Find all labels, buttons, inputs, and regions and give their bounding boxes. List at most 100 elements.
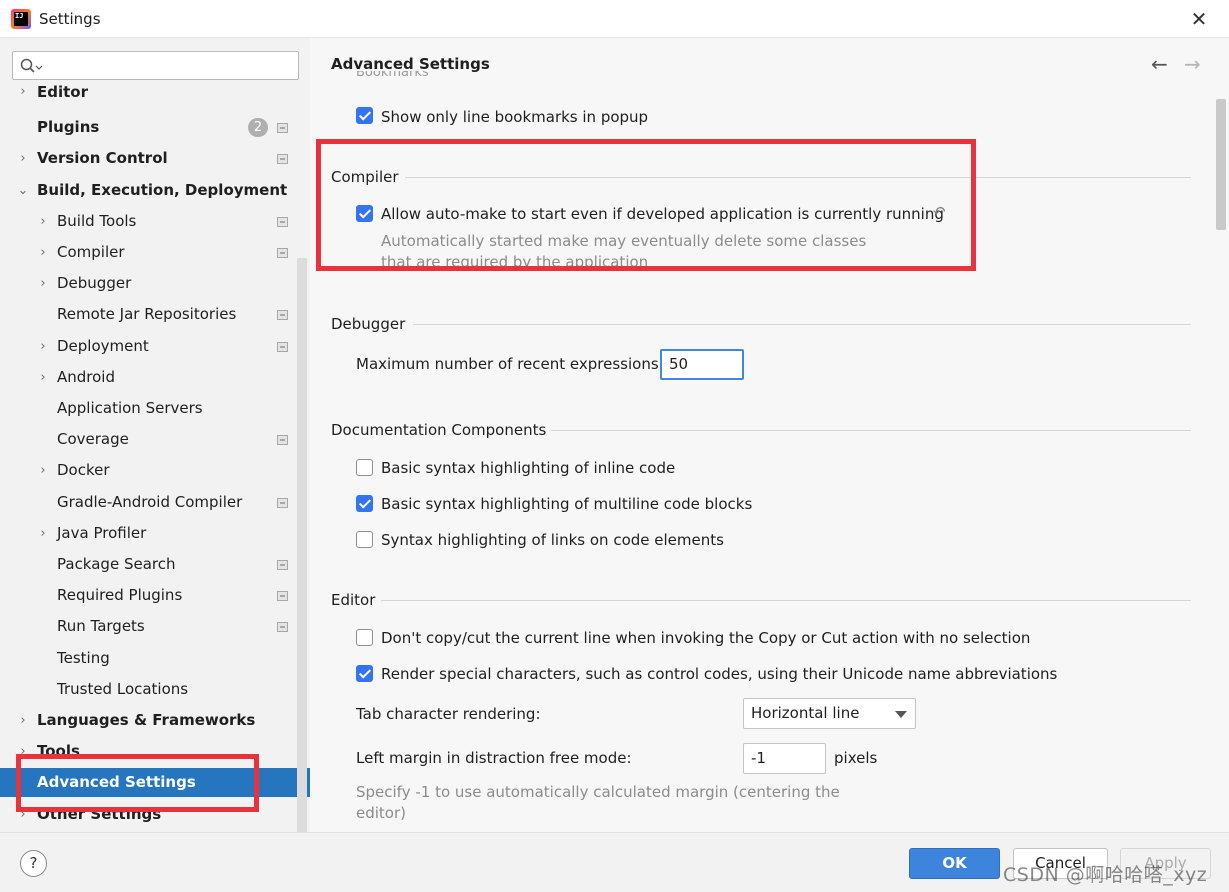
no-copy-cut-label: Don't copy/cut the current line when inv… bbox=[381, 629, 1031, 647]
sidebar-item-docker[interactable]: › Docker bbox=[0, 456, 297, 485]
plugins-count-badge: 2 bbox=[248, 118, 268, 137]
sidebar-item-debugger[interactable]: › Debugger bbox=[0, 269, 297, 298]
chevron-right-icon[interactable]: › bbox=[17, 706, 29, 735]
content-scrollbar[interactable] bbox=[1216, 99, 1226, 230]
sidebar-item-label: Package Search bbox=[57, 555, 176, 573]
sidebar-item-label: Java Profiler bbox=[57, 524, 147, 542]
bookmarks-group-clipped: Bookmarks bbox=[356, 71, 429, 80]
sidebar-scrollbar[interactable] bbox=[297, 258, 307, 832]
sidebar-item-java-profiler[interactable]: › Java Profiler bbox=[0, 519, 297, 548]
links-highlighting-label: Syntax highlighting of links on code ele… bbox=[381, 531, 724, 549]
project-level-icon bbox=[277, 591, 288, 601]
sidebar-item-label: Debugger bbox=[57, 274, 132, 292]
sidebar-item-package-search[interactable]: Package Search bbox=[0, 550, 297, 579]
sidebar-item-coverage[interactable]: Coverage bbox=[0, 425, 297, 454]
close-icon[interactable]: ✕ bbox=[1187, 7, 1211, 31]
links-highlighting-checkbox[interactable] bbox=[356, 531, 373, 548]
sidebar-item-label: Required Plugins bbox=[57, 586, 183, 604]
forward-arrow-icon[interactable]: → bbox=[1184, 52, 1201, 76]
render-special-checkbox[interactable] bbox=[356, 665, 373, 682]
sidebar-item-label: Build Tools bbox=[57, 212, 137, 230]
chevron-right-icon[interactable]: › bbox=[37, 332, 49, 361]
compiler-highlight-box bbox=[316, 139, 976, 271]
inline-code-checkbox[interactable] bbox=[356, 459, 373, 476]
chevron-right-icon[interactable]: › bbox=[37, 207, 49, 236]
sidebar-item-run-targets[interactable]: Run Targets bbox=[0, 612, 297, 641]
sidebar-item-remote-jar-repositories[interactable]: Remote Jar Repositories bbox=[0, 300, 297, 329]
sidebar-item-build-tools[interactable]: › Build Tools bbox=[0, 207, 297, 236]
sidebar-item-plugins[interactable]: Plugins 2 bbox=[0, 113, 297, 142]
project-level-icon bbox=[277, 248, 288, 258]
sidebar-item-languages-frameworks[interactable]: › Languages & Frameworks bbox=[0, 706, 297, 735]
back-arrow-icon[interactable]: ← bbox=[1151, 52, 1168, 76]
sidebar-item-label: Remote Jar Repositories bbox=[57, 305, 237, 323]
sidebar-item-label: Android bbox=[57, 368, 115, 386]
project-level-icon bbox=[277, 342, 288, 352]
intellij-app-icon: IJ bbox=[11, 9, 31, 29]
show-line-bookmarks-label: Show only line bookmarks in popup bbox=[381, 108, 649, 126]
chevron-right-icon[interactable]: › bbox=[17, 82, 29, 102]
project-level-icon bbox=[277, 560, 288, 570]
sidebar-item-deployment[interactable]: › Deployment bbox=[0, 332, 297, 361]
sidebar-item-required-plugins[interactable]: Required Plugins bbox=[0, 581, 297, 610]
project-level-icon bbox=[277, 310, 288, 320]
chevron-down-icon[interactable]: ⌄ bbox=[17, 176, 29, 205]
settings-content: Advanced Settings ← → Bookmarks Show onl… bbox=[310, 38, 1229, 832]
chevron-right-icon[interactable]: › bbox=[37, 456, 49, 485]
sidebar-item-trusted-locations[interactable]: Trusted Locations bbox=[0, 675, 297, 704]
ok-button[interactable]: OK bbox=[909, 848, 1000, 879]
render-special-label: Render special characters, such as contr… bbox=[381, 665, 1058, 683]
sidebar-item-label: Gradle-Android Compiler bbox=[57, 493, 243, 511]
sidebar-item-version-control[interactable]: › Version Control bbox=[0, 144, 297, 173]
dialog-footer: ? OK Cancel Apply CSDN @啊哈哈嗒_xyz bbox=[0, 832, 1229, 892]
sidebar-item-label: Deployment bbox=[57, 337, 149, 355]
chevron-right-icon[interactable]: › bbox=[37, 363, 49, 392]
sidebar-item-label: Version Control bbox=[37, 149, 168, 167]
help-icon[interactable]: ? bbox=[20, 850, 47, 877]
multiline-code-label: Basic syntax highlighting of multiline c… bbox=[381, 495, 753, 513]
no-copy-cut-checkbox[interactable] bbox=[356, 629, 373, 646]
tab-rendering-dropdown[interactable]: Horizontal line bbox=[743, 698, 916, 729]
debugger-separator bbox=[413, 324, 1191, 325]
editor-separator bbox=[381, 600, 1191, 601]
inline-code-label: Basic syntax highlighting of inline code bbox=[381, 459, 676, 477]
left-margin-unit: pixels bbox=[834, 749, 878, 767]
sidebar-item-label: Trusted Locations bbox=[57, 680, 189, 698]
chevron-right-icon[interactable]: › bbox=[37, 269, 49, 298]
sidebar-item-compiler[interactable]: › Compiler bbox=[0, 238, 297, 267]
project-level-icon bbox=[277, 435, 288, 445]
advanced-settings-highlight-box bbox=[16, 754, 259, 812]
left-margin-label: Left margin in distraction free mode: bbox=[356, 749, 632, 767]
max-expressions-input[interactable]: 50 bbox=[660, 349, 744, 380]
left-margin-input[interactable]: -1 bbox=[743, 743, 826, 774]
sidebar-item-label: Run Targets bbox=[57, 617, 145, 635]
chevron-right-icon[interactable]: › bbox=[37, 519, 49, 548]
multiline-code-checkbox[interactable] bbox=[356, 495, 373, 512]
sidebar-item-label: Testing bbox=[57, 649, 110, 667]
settings-sidebar: › Editor Plugins 2 › Version Control ⌄ Build, E… bbox=[0, 38, 310, 832]
watermark: CSDN @啊哈哈嗒_xyz bbox=[1003, 864, 1208, 886]
sidebar-item-label: Build, Execution, Deployment bbox=[37, 181, 288, 199]
chevron-right-icon[interactable]: › bbox=[17, 144, 29, 173]
sidebar-item-label: Editor bbox=[37, 83, 88, 101]
sidebar-item-editor[interactable]: › Editor bbox=[0, 82, 297, 102]
search-input[interactable] bbox=[47, 55, 292, 76]
debugger-group: Debugger bbox=[331, 313, 1191, 335]
editor-group: Editor bbox=[331, 589, 1191, 611]
show-line-bookmarks-checkbox[interactable] bbox=[356, 107, 373, 124]
sidebar-item-gradle-android-compiler[interactable]: Gradle-Android Compiler bbox=[0, 488, 297, 517]
sidebar-item-build-execution-deployment[interactable]: ⌄ Build, Execution, Deployment bbox=[0, 176, 297, 205]
sidebar-item-label: Compiler bbox=[57, 243, 125, 261]
search-icon bbox=[20, 58, 43, 73]
doc-components-separator bbox=[551, 430, 1191, 431]
search-field[interactable] bbox=[12, 51, 299, 80]
chevron-right-icon[interactable]: › bbox=[37, 238, 49, 267]
sidebar-item-application-servers[interactable]: Application Servers bbox=[0, 394, 297, 423]
project-level-icon bbox=[277, 498, 288, 508]
sidebar-item-android[interactable]: › Android bbox=[0, 363, 297, 392]
chevron-down-icon bbox=[895, 711, 907, 718]
project-level-icon bbox=[277, 622, 288, 632]
sidebar-item-testing[interactable]: Testing bbox=[0, 644, 297, 673]
sidebar-item-label: Languages & Frameworks bbox=[37, 711, 256, 729]
tab-rendering-value: Horizontal line bbox=[751, 704, 860, 722]
